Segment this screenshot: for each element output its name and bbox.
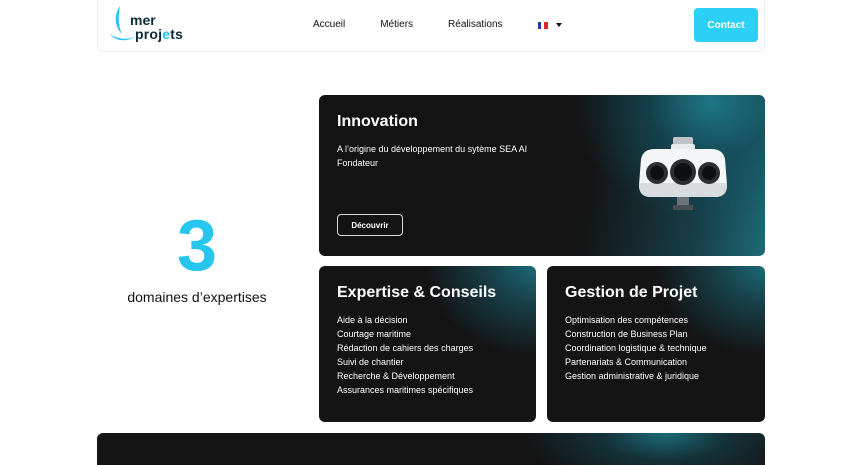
list-item: Recherche & Développement xyxy=(337,371,455,381)
expertise-list: Aide à la décision Courtage maritime Réd… xyxy=(337,313,473,397)
logo[interactable]: mer projets xyxy=(108,4,188,46)
innovation-card: Innovation A l’origine du développement … xyxy=(319,95,765,256)
list-item: Assurances maritimes spécifiques xyxy=(337,385,474,395)
list-item: Suivi de chantier xyxy=(337,357,404,367)
innovation-line: A l’origine du développement du sytème S… xyxy=(337,144,528,154)
french-flag-icon xyxy=(537,21,548,29)
surveillance-camera-icon xyxy=(639,137,727,210)
innovation-description: A l’origine du développement du sytème S… xyxy=(337,142,577,170)
list-item: Construction de Business Plan xyxy=(565,329,688,339)
next-section-card xyxy=(97,433,765,465)
list-item: Partenariats & Communication xyxy=(565,357,688,367)
expertise-title: Expertise & Conseils xyxy=(337,284,497,301)
list-item: Optimisation des compétences xyxy=(565,315,689,325)
stat-number: 3 xyxy=(176,206,218,286)
gestion-list: Optimisation des compétences Constructio… xyxy=(565,313,707,383)
chevron-down-icon xyxy=(555,23,562,27)
logo-text-top: mer xyxy=(130,12,156,28)
contact-button[interactable]: Contact xyxy=(694,8,758,42)
gestion-card: Gestion de Projet Optimisation des compé… xyxy=(547,266,765,422)
nav-accueil[interactable]: Accueil xyxy=(313,18,345,32)
logo-text-bottom: projets xyxy=(135,26,184,42)
main-nav: Accueil Métiers Réalisations xyxy=(313,18,562,32)
expertise-card: Expertise & Conseils Aide à la décision … xyxy=(319,266,536,422)
list-item: Gestion administrative & juridique xyxy=(565,371,700,381)
list-item: Rédaction de cahiers des charges xyxy=(337,343,474,353)
site-header: mer projets Accueil Métiers Réalisations… xyxy=(97,0,765,52)
innovation-title: Innovation xyxy=(337,113,418,130)
stat-label: domaines d’expertises xyxy=(127,289,267,305)
list-item: Courtage maritime xyxy=(337,329,412,339)
list-item: Aide à la décision xyxy=(337,315,408,325)
gestion-title: Gestion de Projet xyxy=(565,284,698,301)
nav-metiers[interactable]: Métiers xyxy=(380,18,413,32)
innovation-line: Fondateur xyxy=(337,158,379,168)
nav-realisations[interactable]: Réalisations xyxy=(448,18,502,32)
discover-button[interactable]: Découvrir xyxy=(337,214,403,236)
list-item: Coordination logistique & technique xyxy=(565,343,707,353)
language-selector[interactable] xyxy=(537,21,562,29)
